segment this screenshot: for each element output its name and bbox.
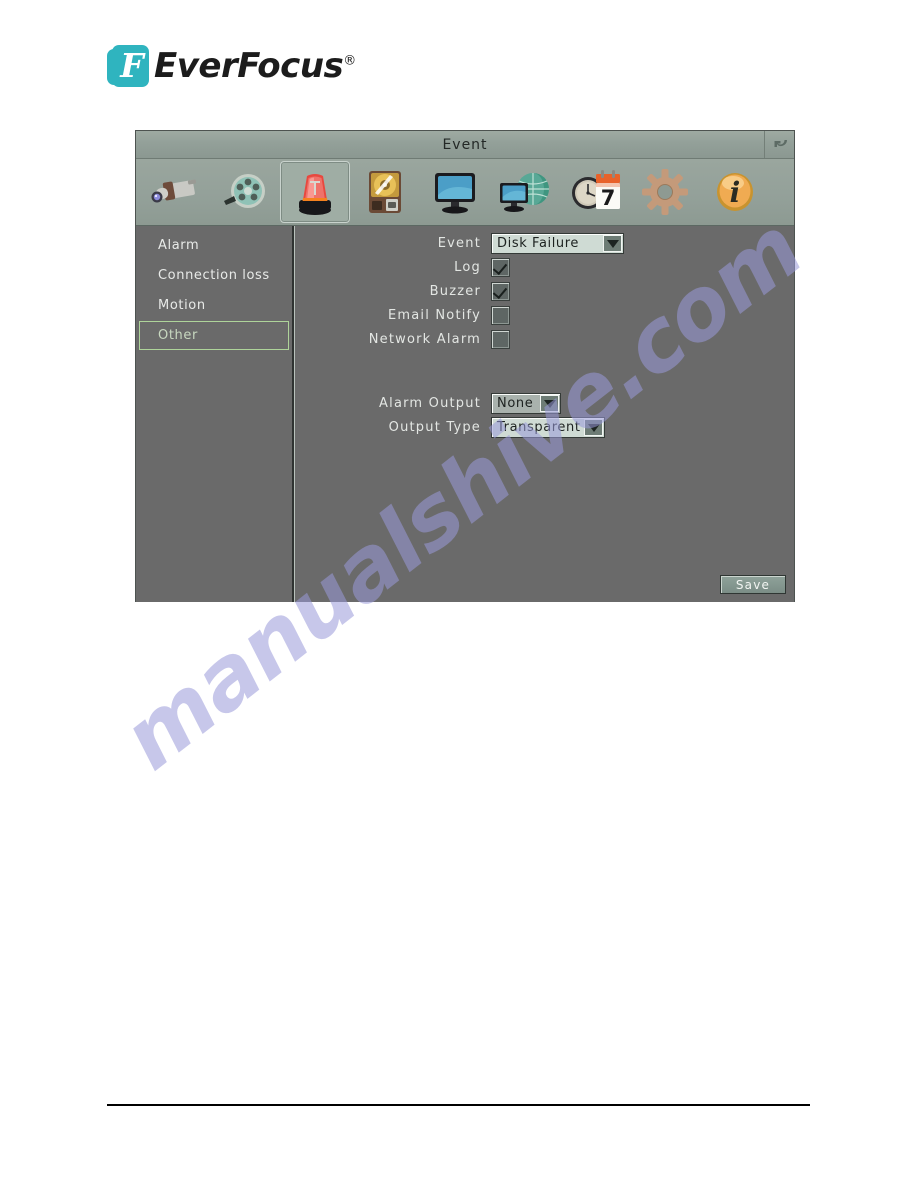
field-row-email-notify: Email Notify [295,304,794,327]
window-body: Alarm Connection loss Motion Other Event [136,226,794,602]
svg-text:i: i [730,176,741,209]
field-row-output-type: Output Type Transparent [295,416,794,439]
back-arrow-icon[interactable] [764,131,794,158]
field-row-log: Log [295,256,794,279]
settings-sidebar: Alarm Connection loss Motion Other [136,226,294,602]
gear-icon [642,169,688,215]
field-row-buzzer: Buzzer [295,280,794,303]
toolbar-item-display[interactable] [420,161,490,223]
info-icon: i [717,173,753,211]
output-type-select[interactable]: Transparent [491,417,605,438]
output-type-label: Output Type [388,420,481,435]
chevron-down-icon[interactable] [603,235,622,252]
sidebar-item-alarm[interactable]: Alarm [139,231,289,260]
field-row-network-alarm: Network Alarm [295,328,794,351]
film-reel-icon [224,174,265,208]
toolbar-item-disk[interactable] [350,161,420,223]
monitor-icon [435,173,475,214]
buzzer-checkbox[interactable] [491,282,510,301]
alarm-output-label: Alarm Output [379,396,481,411]
output-type-select-value: Transparent [497,420,581,435]
clock-calendar-icon: 7 [572,170,620,210]
sidebar-item-label: Other [158,328,198,343]
everfocus-logo: F EverFocus® [107,45,356,87]
logo-mark-letter: F [120,46,144,85]
alarm-output-select[interactable]: None [491,393,561,414]
footer-divider [107,1104,810,1106]
dvr-window: Event 7 i Alarm Connection loss Motion O… [135,130,795,602]
save-button[interactable]: Save [720,575,786,594]
toolbar-item-event[interactable] [280,161,350,223]
sidebar-item-other[interactable]: Other [139,321,289,350]
camera-icon [151,179,197,203]
network-alarm-checkbox[interactable] [491,330,510,349]
chevron-down-icon[interactable] [584,419,603,436]
sidebar-item-label: Alarm [158,238,200,253]
buzzer-label: Buzzer [429,284,481,299]
sidebar-item-motion[interactable]: Motion [139,291,289,320]
email-notify-label: Email Notify [387,308,481,323]
field-row-alarm-output: Alarm Output None [295,392,794,415]
hard-disk-icon [369,171,401,213]
page-root: manualshive.com F EverFocus® Event 7 i A… [0,0,918,1188]
log-checkbox[interactable] [491,258,510,277]
svg-text:7: 7 [601,186,616,210]
log-label: Log [454,260,481,275]
form-spacer [295,352,794,392]
window-titlebar: Event [136,131,794,159]
toolbar-item-camera[interactable] [140,161,210,223]
toolbar-item-network[interactable] [490,161,560,223]
alarm-output-select-value: None [497,396,534,411]
toolbar-item-record[interactable] [210,161,280,223]
page-title: Event [442,136,488,153]
main-toolbar: 7 i [136,159,794,226]
save-button-label: Save [735,577,771,592]
event-label: Event [437,236,481,251]
logo-wordmark: EverFocus® [154,46,356,86]
settings-content: Event Disk Failure Log Buzzer Email Noti… [294,226,794,602]
sidebar-item-connection-loss[interactable]: Connection loss [139,261,289,290]
field-row-event: Event Disk Failure [295,232,794,255]
registered-mark: ® [343,53,356,69]
email-notify-checkbox[interactable] [491,306,510,325]
everfocus-logo-mark-icon: F [107,45,149,87]
chevron-down-icon[interactable] [540,395,559,412]
logo-brand-name: EverFocus [154,46,344,86]
network-globe-icon [500,173,549,212]
sidebar-item-label: Connection loss [158,268,270,283]
event-select[interactable]: Disk Failure [491,233,624,254]
sidebar-item-label: Motion [158,298,206,313]
toolbar-item-information[interactable]: i [700,161,770,223]
event-select-value: Disk Failure [497,236,580,251]
network-alarm-label: Network Alarm [368,332,481,347]
alarm-siren-icon [299,174,331,215]
toolbar-item-schedule[interactable]: 7 [560,161,630,223]
toolbar-item-system[interactable] [630,161,700,223]
